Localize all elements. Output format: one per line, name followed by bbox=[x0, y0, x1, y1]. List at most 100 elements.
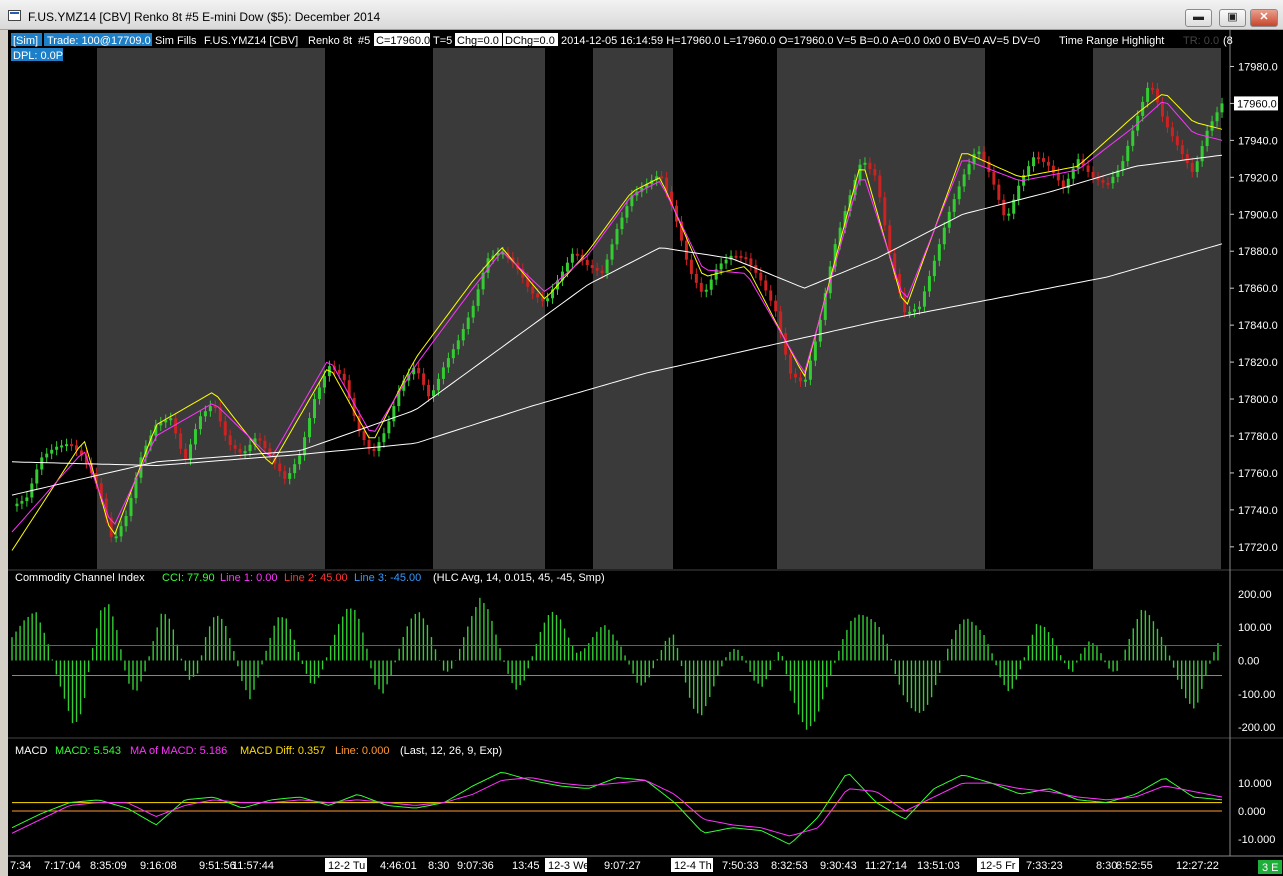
bar-body bbox=[451, 349, 455, 359]
time-tick-label: 8:30 bbox=[428, 860, 449, 872]
bar-body bbox=[362, 431, 366, 441]
bar-body bbox=[476, 289, 480, 306]
app-icon bbox=[8, 10, 21, 21]
bar-body bbox=[456, 340, 460, 350]
bar-body bbox=[372, 448, 376, 452]
cci-tick-label: 100.00 bbox=[1238, 622, 1272, 634]
bar-body bbox=[1061, 180, 1065, 189]
bar-body bbox=[967, 164, 971, 175]
cci-tick-label: 0.00 bbox=[1238, 656, 1259, 668]
price-tick-label: 17920.0 bbox=[1238, 172, 1278, 184]
t-value: T=5 bbox=[433, 35, 452, 47]
bar-body bbox=[660, 176, 664, 179]
price-bar bbox=[704, 284, 708, 298]
bar-body bbox=[798, 377, 802, 382]
bar-body bbox=[873, 169, 877, 176]
bar-body bbox=[174, 418, 178, 434]
bar-body bbox=[1091, 171, 1095, 178]
status-badge[interactable]: 3 E bbox=[1262, 862, 1279, 874]
bar-body bbox=[60, 445, 64, 448]
price-bar bbox=[739, 250, 743, 263]
bar-body bbox=[769, 290, 773, 301]
bar-body bbox=[600, 270, 604, 274]
bar-body bbox=[1220, 103, 1224, 113]
truncated-label: (8 bbox=[1223, 35, 1233, 47]
bar-body bbox=[293, 464, 297, 474]
bar-body bbox=[1121, 161, 1125, 171]
minimize-button[interactable]: ▬ bbox=[1185, 9, 1212, 27]
bar-body bbox=[1126, 145, 1130, 162]
renko-label: Renko 8t bbox=[308, 35, 352, 47]
bar-body bbox=[774, 300, 778, 312]
sim-tag[interactable]: [Sim] bbox=[13, 35, 38, 47]
time-tick-label: 7:33:23 bbox=[1026, 860, 1063, 872]
bar-body bbox=[45, 453, 49, 458]
bar-body bbox=[590, 265, 594, 269]
bar-body bbox=[40, 457, 44, 470]
bar-body bbox=[119, 526, 123, 537]
time-tick-label: 12:27:22 bbox=[1176, 860, 1219, 872]
bar-body bbox=[55, 446, 59, 450]
bar-body bbox=[387, 421, 391, 434]
price-tick-label: 17880.0 bbox=[1238, 246, 1278, 258]
time-tick-label: 9:30:43 bbox=[820, 860, 857, 872]
time-range-highlight bbox=[433, 48, 545, 569]
bar-body bbox=[918, 306, 921, 310]
bar-body bbox=[937, 244, 941, 261]
maximize-button[interactable]: ▣ bbox=[1219, 9, 1246, 27]
time-tick-label: 13:51:03 bbox=[917, 860, 960, 872]
price-tick-label: 17940.0 bbox=[1238, 135, 1278, 147]
bar-body bbox=[317, 387, 321, 400]
price-tick-label: 17900.0 bbox=[1238, 209, 1278, 221]
price-bar bbox=[769, 284, 773, 307]
bar-body bbox=[417, 367, 421, 374]
time-tick-label: 9:07:36 bbox=[457, 860, 494, 872]
bar-body bbox=[313, 399, 316, 419]
bar-body bbox=[997, 184, 1001, 200]
time-tick-label: 7:34 bbox=[10, 860, 31, 872]
dpl-label[interactable]: DPL: 0.0P bbox=[13, 50, 63, 62]
price-tick-label: 17820.0 bbox=[1238, 357, 1278, 369]
bar-body bbox=[1185, 154, 1189, 164]
bar-body bbox=[709, 279, 713, 290]
chart-frame[interactable]: 17720.0 17740.0 17760.0 17780.0 17800.0 17820… bbox=[8, 30, 1283, 876]
price-bar bbox=[1066, 173, 1070, 194]
bar-body bbox=[1106, 182, 1110, 185]
close-button[interactable]: ✕ bbox=[1250, 9, 1278, 27]
bar-body bbox=[570, 253, 574, 263]
cci-line2: Line 2: 45.00 bbox=[284, 572, 348, 584]
bar-body bbox=[868, 162, 872, 170]
price-bar bbox=[40, 451, 44, 476]
price-bar bbox=[744, 251, 748, 264]
bar-body bbox=[337, 369, 341, 374]
price-bar bbox=[392, 400, 396, 427]
price-bar bbox=[1032, 151, 1036, 172]
price-tick-label: 17720.0 bbox=[1238, 542, 1278, 554]
price-bar bbox=[1041, 152, 1045, 168]
price-tick-label: 17840.0 bbox=[1238, 320, 1278, 332]
bar-body bbox=[699, 282, 703, 292]
time-range-highlight-label: Time Range Highlight bbox=[1059, 35, 1164, 47]
macd-average-series bbox=[11, 777, 1223, 837]
bar-body bbox=[436, 378, 440, 391]
time-range-highlights bbox=[97, 48, 1221, 569]
bar-body bbox=[565, 262, 569, 272]
time-range-highlight bbox=[777, 48, 985, 569]
price-bar bbox=[774, 295, 778, 317]
bar-body bbox=[1195, 161, 1199, 172]
chart-canvas[interactable]: 17720.0 17740.0 17760.0 17780.0 17800.0 17820… bbox=[8, 30, 1283, 876]
time-tick-label: 9:07:27 bbox=[604, 860, 641, 872]
price-bar bbox=[50, 444, 54, 460]
cci-params: (HLC Avg, 14, 0.015, 45, -45, Smp) bbox=[433, 572, 605, 584]
bar-body bbox=[248, 444, 252, 452]
bar-body bbox=[625, 206, 629, 218]
bar-body bbox=[392, 406, 396, 422]
trade-label[interactable]: Trade: 100@17709.0 bbox=[47, 35, 151, 47]
bar-body bbox=[863, 162, 867, 165]
bar-body bbox=[957, 186, 961, 200]
price-tick-label: 17740.0 bbox=[1238, 505, 1278, 517]
bar-body bbox=[193, 429, 197, 445]
bar-body bbox=[198, 416, 202, 430]
bar-body bbox=[908, 311, 912, 314]
bar-body bbox=[20, 501, 24, 504]
